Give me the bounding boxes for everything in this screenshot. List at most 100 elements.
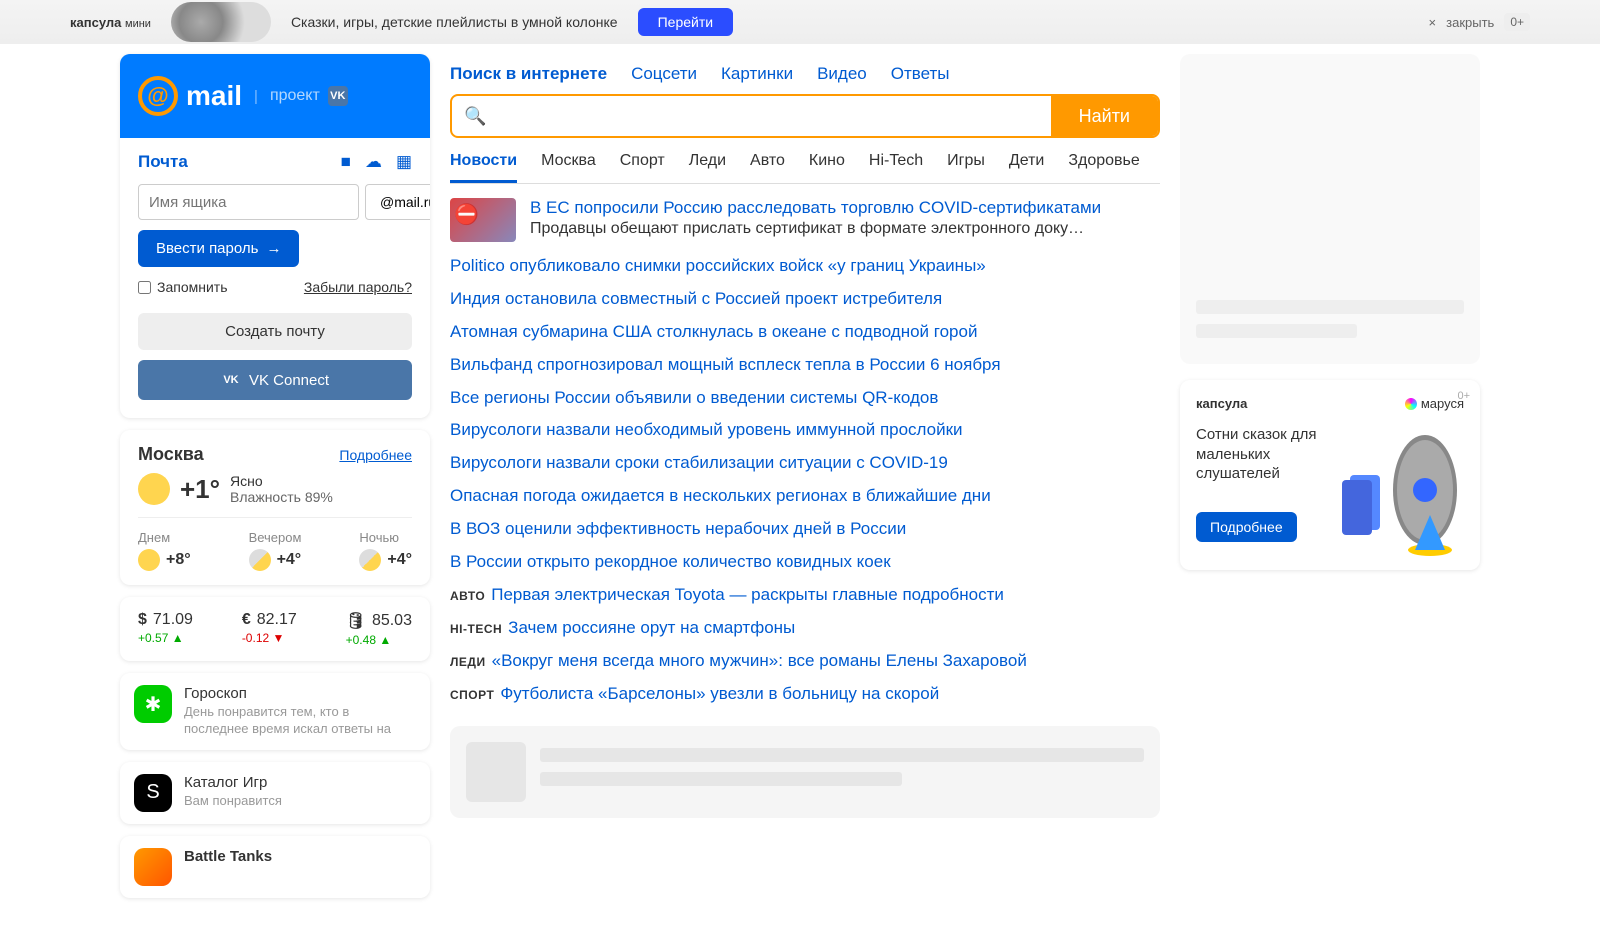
search-tab[interactable]: Видео	[817, 64, 867, 84]
remember-checkbox[interactable]: Запомнить	[138, 279, 228, 295]
search-icon: 🔍	[464, 106, 486, 127]
promo-battle-tanks[interactable]: Battle Tanks	[120, 836, 430, 898]
news-link[interactable]: Индия остановила совместный с Россией пр…	[450, 289, 942, 308]
news-tab[interactable]: Спорт	[620, 152, 665, 183]
kapsula-device-image	[1320, 420, 1470, 560]
now-condition: Ясно	[230, 473, 333, 489]
news-link[interactable]: Атомная субмарина США столкнулась в океа…	[450, 322, 977, 341]
right-ad-placeholder	[1180, 54, 1480, 364]
weather-more-link[interactable]: Подробнее	[339, 447, 412, 463]
promo-horoscope[interactable]: ✱ Гороскоп День понравится тем, кто в по…	[120, 673, 430, 750]
news-tag: СПОРТ	[450, 688, 494, 702]
video-icon[interactable]: ■	[341, 152, 351, 172]
featured-news[interactable]: В ЕС попросили Россию расследовать торго…	[450, 198, 1160, 242]
sun-icon	[138, 473, 170, 505]
banner-close-x[interactable]: ×	[1429, 15, 1437, 30]
battle-tanks-icon	[134, 848, 172, 886]
news-item: АВТО Первая электрическая Toyota — раскры…	[450, 581, 1160, 610]
news-link[interactable]: Вильфанд спрогнозировал мощный всплеск т…	[450, 355, 1001, 374]
news-link[interactable]: В России открыто рекордное количество ко…	[450, 552, 891, 571]
banner-go-button[interactable]: Перейти	[638, 8, 733, 36]
news-link[interactable]: Politico опубликовало снимки российских …	[450, 256, 986, 275]
news-item: В ВОЗ оценили эффективность нерабочих дн…	[450, 515, 1160, 544]
create-mail-button[interactable]: Создать почту	[138, 313, 412, 350]
news-item: HI-TECHЗачем россияне орут на смартфоны	[450, 614, 1160, 643]
domain-select[interactable]: @mail.ru	[365, 184, 430, 220]
weather-card: Москва Подробнее +1° Ясно Влажность 89% …	[120, 430, 430, 585]
enter-password-button[interactable]: Ввести пароль→	[138, 230, 299, 267]
news-tab[interactable]: Авто	[750, 152, 785, 183]
pochta-label[interactable]: Почта	[138, 152, 188, 172]
search-button[interactable]: Найти	[1051, 96, 1158, 136]
news-link[interactable]: Зачем россияне орут на смартфоны	[508, 618, 795, 637]
marusya-label: маруся	[1405, 396, 1464, 411]
news-link[interactable]: Первая электрическая Toyota — раскрыты г…	[491, 585, 1004, 604]
search-input[interactable]	[494, 107, 1038, 125]
news-link[interactable]: Вирусологи назвали необходимый уровень и…	[450, 420, 963, 439]
news-link[interactable]: В ВОЗ оценили эффективность нерабочих дн…	[450, 519, 906, 538]
news-item: ЛЕДИ «Вокруг меня всегда много мужчин»: в…	[450, 647, 1160, 676]
arrow-right-icon: →	[266, 240, 281, 257]
news-tab[interactable]: Игры	[947, 152, 985, 183]
search-tab[interactable]: Поиск в интернете	[450, 64, 607, 84]
kapsula-brand: капсула	[1196, 396, 1247, 411]
games-icon: S	[134, 774, 172, 812]
news-tab[interactable]: Новости	[450, 152, 517, 183]
now-humidity: Влажность 89%	[230, 489, 333, 505]
banner-text: Сказки, игры, детские плейлисты в умной …	[291, 14, 618, 30]
kapsula-slogan: Сотни сказок для маленьких слушателей	[1196, 425, 1326, 484]
promo-games[interactable]: S Каталог Игр Вам понравится	[120, 762, 430, 824]
news-link[interactable]: Вирусологи назвали сроки стабилизации си…	[450, 453, 948, 472]
horoscope-icon: ✱	[134, 685, 172, 723]
banner-age-badge: 0+	[1504, 13, 1530, 31]
search-tab[interactable]: Картинки	[721, 64, 793, 84]
news-tab[interactable]: Леди	[689, 152, 726, 183]
search-tab[interactable]: Соцсети	[631, 64, 697, 84]
news-link[interactable]: «Вокруг меня всегда много мужчин»: все р…	[492, 651, 1027, 670]
featured-sub: Продавцы обещают прислать сертификат в ф…	[530, 220, 1090, 238]
rate-oil[interactable]: 🛢85.03 +0.48 ▲	[346, 611, 412, 647]
news-tag: АВТО	[450, 589, 485, 603]
moon-icon	[249, 549, 271, 571]
search-box: 🔍 Найти	[450, 94, 1160, 138]
news-link[interactable]: Опасная погода ожидается в нескольких ре…	[450, 486, 991, 505]
news-item: Вирусологи назвали сроки стабилизации си…	[450, 449, 1160, 478]
forgot-password-link[interactable]: Забыли пароль?	[304, 279, 412, 295]
kapsula-age: 0+	[1457, 390, 1470, 402]
vk-badge-icon: VK	[328, 86, 348, 106]
sun-icon	[138, 549, 160, 571]
news-tab[interactable]: Hi-Tech	[869, 152, 923, 183]
search-tab[interactable]: Ответы	[891, 64, 950, 84]
calendar-icon[interactable]: ▦	[396, 152, 412, 172]
marusya-icon	[1405, 398, 1417, 410]
loading-skeleton	[450, 726, 1160, 818]
news-tab[interactable]: Здоровье	[1068, 152, 1139, 183]
featured-title[interactable]: В ЕС попросили Россию расследовать торго…	[530, 198, 1101, 217]
banner-speaker-image	[171, 2, 271, 42]
news-tab[interactable]: Кино	[809, 152, 845, 183]
day-temp: +8°	[166, 551, 191, 569]
now-temp: +1°	[180, 474, 220, 505]
kapsula-more-button[interactable]: Подробнее	[1196, 512, 1297, 542]
rates-card: $71.09 +0.57 ▲ €82.17 -0.12 ▼ 🛢85.03 +0.…	[120, 597, 430, 661]
news-tabs: Новости Москва Спорт Леди Авто Кино Hi-Tech Игр…	[450, 152, 1160, 184]
news-link[interactable]: Все регионы России объявили о введении с…	[450, 388, 938, 407]
banner-close-label[interactable]: закрыть	[1446, 15, 1494, 30]
banner-logo: капсула мини	[70, 15, 151, 30]
mail-brand: mail	[186, 80, 242, 112]
vk-connect-button[interactable]: VKVK Connect	[138, 360, 412, 400]
news-list: Politico опубликовало снимки российских …	[450, 252, 1160, 708]
proekt-label: проект	[270, 87, 320, 105]
news-tab[interactable]: Москва	[541, 152, 596, 183]
news-tab[interactable]: Дети	[1009, 152, 1044, 183]
news-item: Вильфанд спрогнозировал мощный всплеск т…	[450, 351, 1160, 380]
login-input[interactable]	[138, 184, 359, 220]
news-item: Politico опубликовало снимки российских …	[450, 252, 1160, 281]
news-tag: ЛЕДИ	[450, 655, 486, 669]
cloud-icon[interactable]: ☁	[365, 152, 382, 172]
rate-eur[interactable]: €82.17 -0.12 ▼	[242, 611, 297, 647]
kapsula-card: капсула маруся 0+ Сотни сказок для мален…	[1180, 380, 1480, 570]
news-link[interactable]: Футболиста «Барселоны» увезли в больницу…	[500, 684, 939, 703]
rate-usd[interactable]: $71.09 +0.57 ▲	[138, 611, 193, 647]
news-item: В России открыто рекордное количество ко…	[450, 548, 1160, 577]
